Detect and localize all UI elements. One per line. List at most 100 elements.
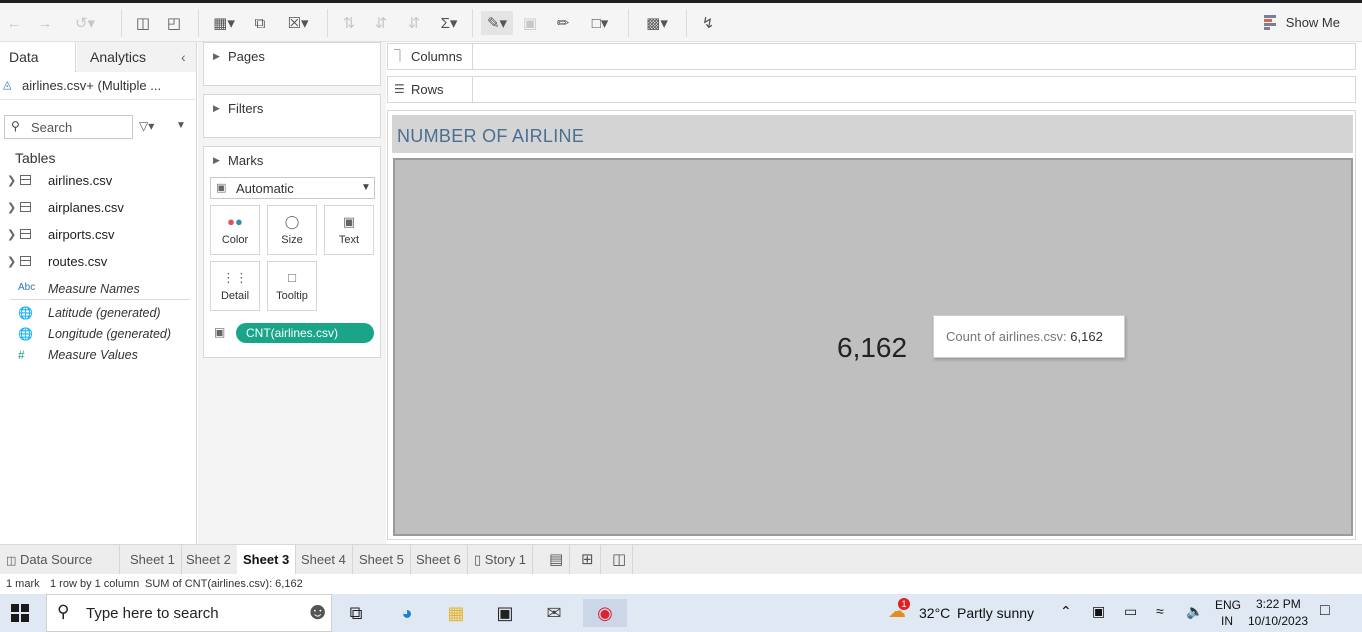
tab-sheet-3[interactable]: Sheet 3 bbox=[237, 545, 297, 574]
tab-label: Sheet 6 bbox=[416, 552, 461, 567]
share-icon[interactable]: ↯ bbox=[697, 11, 719, 35]
table-item[interactable]: ❯ airplanes.csv bbox=[0, 199, 196, 219]
pause-updates-icon[interactable]: ◰ bbox=[164, 11, 184, 35]
table-icon bbox=[20, 229, 31, 239]
taskbar-search-box[interactable]: ⚲ Type here to search ☻ bbox=[46, 594, 332, 632]
highlight-icon[interactable]: ✎▾ bbox=[481, 11, 513, 35]
tooltip-button[interactable]: □ Tooltip bbox=[267, 261, 317, 311]
color-icon: ●● bbox=[227, 214, 243, 229]
datasource-row[interactable]: ◬ airlines.csv+ (Multiple ... bbox=[0, 72, 196, 100]
rows-icon: ☰ bbox=[394, 82, 405, 96]
table-item[interactable]: ❯ routes.csv bbox=[0, 253, 196, 273]
search-highlight-icon: ☻ bbox=[305, 598, 331, 625]
expand-icon[interactable]: ❯ bbox=[7, 255, 16, 268]
pages-title: Pages bbox=[228, 49, 265, 64]
collapse-icon[interactable]: ▶ bbox=[213, 51, 220, 62]
format-icon[interactable]: ✏ bbox=[552, 11, 574, 35]
windows-start-icon[interactable] bbox=[11, 604, 29, 622]
collapse-icon[interactable]: ▶ bbox=[213, 155, 220, 166]
clear-sheet-icon[interactable]: ☒▾ bbox=[283, 11, 313, 35]
new-dashboard-tab-icon: ⊞ bbox=[581, 551, 594, 568]
field-longitude[interactable]: 🌐 Longitude (generated) bbox=[0, 325, 196, 345]
collapse-icon[interactable]: ▶ bbox=[213, 103, 220, 114]
show-me-button[interactable]: Show Me bbox=[1263, 14, 1340, 31]
notifications-icon[interactable]: □ bbox=[1320, 602, 1330, 620]
search-input[interactable]: ⚲ Search bbox=[4, 115, 133, 139]
task-view-icon[interactable]: ⧉ bbox=[338, 599, 374, 627]
new-worksheet-icon[interactable]: ▦▾ bbox=[210, 11, 238, 35]
tab-sheet-4[interactable]: Sheet 4 bbox=[295, 545, 353, 574]
pane-menu-icon[interactable]: ▼ bbox=[176, 120, 186, 131]
battery-icon[interactable]: ▭ bbox=[1124, 603, 1137, 620]
volume-icon[interactable]: 🔈 bbox=[1186, 603, 1203, 620]
taskbar-search-text: Type here to search bbox=[86, 605, 219, 622]
tab-data[interactable]: Data bbox=[0, 42, 76, 72]
chevron-up-icon[interactable]: ⌃ bbox=[1060, 603, 1072, 620]
tooltip-value: 6,162 bbox=[1070, 329, 1103, 344]
field-measure-values[interactable]: # Measure Values bbox=[0, 346, 196, 366]
new-story-tab[interactable]: ◫ bbox=[606, 545, 634, 574]
clock-time[interactable]: 3:22 PM bbox=[1256, 597, 1301, 611]
fit-icon[interactable]: □▾ bbox=[584, 11, 616, 35]
color-button[interactable]: ●● Color bbox=[210, 205, 260, 255]
field-latitude[interactable]: 🌐 Latitude (generated) bbox=[0, 304, 196, 324]
store-icon[interactable]: ▣ bbox=[487, 599, 523, 627]
totals-icon[interactable]: Σ▾ bbox=[436, 11, 462, 35]
chrome-icon[interactable]: ◉ bbox=[583, 599, 627, 627]
meet-icon[interactable]: ▣ bbox=[1092, 603, 1105, 620]
table-item[interactable]: ❯ airports.csv bbox=[0, 226, 196, 246]
mark-type-select[interactable]: ▣ Automatic ▼ bbox=[210, 177, 375, 199]
size-button[interactable]: ◯ Size bbox=[267, 205, 317, 255]
swap-icon[interactable]: ⇅ bbox=[338, 11, 360, 35]
field-pill[interactable]: CNT(airlines.csv) bbox=[236, 323, 374, 343]
tab-analytics[interactable]: Analytics ‹ bbox=[77, 42, 196, 72]
undo-icon[interactable]: ← bbox=[5, 11, 23, 35]
expand-icon[interactable]: ❯ bbox=[7, 174, 16, 187]
pages-card[interactable]: ▶ Pages bbox=[203, 42, 381, 86]
viz-area[interactable]: 6,162 Count of airlines.csv: 6,162 bbox=[393, 158, 1353, 536]
mail-icon[interactable]: ✉ bbox=[536, 599, 572, 627]
duplicate-sheet-icon[interactable]: ⧉ bbox=[249, 11, 271, 35]
filters-card[interactable]: ▶ Filters bbox=[203, 94, 381, 138]
columns-shelf[interactable]: ⏋ Columns bbox=[387, 43, 1356, 70]
tooltip-label: Count of airlines.csv: bbox=[946, 329, 1067, 344]
search-icon: ⚲ bbox=[11, 119, 20, 133]
edge-icon[interactable]: ◕ bbox=[389, 599, 425, 627]
new-worksheet-tab[interactable]: ▤ bbox=[543, 545, 571, 574]
text-button[interactable]: ▣ Text bbox=[324, 205, 374, 255]
tooltip: Count of airlines.csv: 6,162 bbox=[933, 315, 1125, 358]
sort-descending-icon[interactable]: ⇵ bbox=[403, 11, 425, 35]
presentation-icon[interactable]: ▩▾ bbox=[640, 11, 674, 35]
tab-sheet-1[interactable]: Sheet 1 bbox=[124, 545, 182, 574]
replay-icon[interactable]: ↺▾ bbox=[66, 11, 104, 35]
table-item[interactable]: ❯ airlines.csv bbox=[0, 172, 196, 192]
language-code[interactable]: ENG bbox=[1215, 598, 1241, 612]
tab-data-source[interactable]: ◫ Data Source bbox=[0, 545, 120, 574]
field-measure-names[interactable]: Abc Measure Names bbox=[10, 280, 190, 300]
rows-label-box: ☰ Rows bbox=[388, 77, 473, 102]
tab-label: Sheet 3 bbox=[243, 552, 290, 567]
tab-sheet-2[interactable]: Sheet 2 bbox=[180, 545, 238, 574]
expand-icon[interactable]: ❯ bbox=[7, 228, 16, 241]
collapse-pane-icon[interactable]: ‹ bbox=[181, 49, 186, 65]
text-mark-value[interactable]: 6,162 bbox=[837, 332, 907, 364]
wifi-icon[interactable]: ≈ bbox=[1156, 603, 1164, 619]
labels-icon[interactable]: ▣ bbox=[520, 11, 540, 35]
new-dashboard-tab[interactable]: ⊞ bbox=[575, 545, 601, 574]
size-icon: ◯ bbox=[284, 214, 300, 229]
filter-icon[interactable]: ▽▾ bbox=[139, 119, 154, 133]
expand-icon[interactable]: ❯ bbox=[7, 201, 16, 214]
string-icon: Abc bbox=[18, 282, 36, 293]
sort-ascending-icon[interactable]: ⇵ bbox=[370, 11, 392, 35]
tab-sheet-5[interactable]: Sheet 5 bbox=[353, 545, 411, 574]
table-label: routes.csv bbox=[48, 254, 108, 269]
worksheet-title[interactable]: NUMBER OF AIRLINE bbox=[392, 115, 1353, 153]
new-datasource-icon[interactable]: ◫ bbox=[133, 11, 153, 35]
tab-sheet-6[interactable]: Sheet 6 bbox=[410, 545, 468, 574]
tab-story-1[interactable]: ▯ Story 1 bbox=[468, 545, 533, 574]
file-explorer-icon[interactable]: ▦ bbox=[438, 599, 474, 627]
redo-icon[interactable]: → bbox=[36, 11, 54, 35]
rows-shelf[interactable]: ☰ Rows bbox=[387, 76, 1356, 103]
detail-button[interactable]: ⋮⋮ Detail bbox=[210, 261, 260, 311]
tab-label: Sheet 4 bbox=[301, 552, 346, 567]
